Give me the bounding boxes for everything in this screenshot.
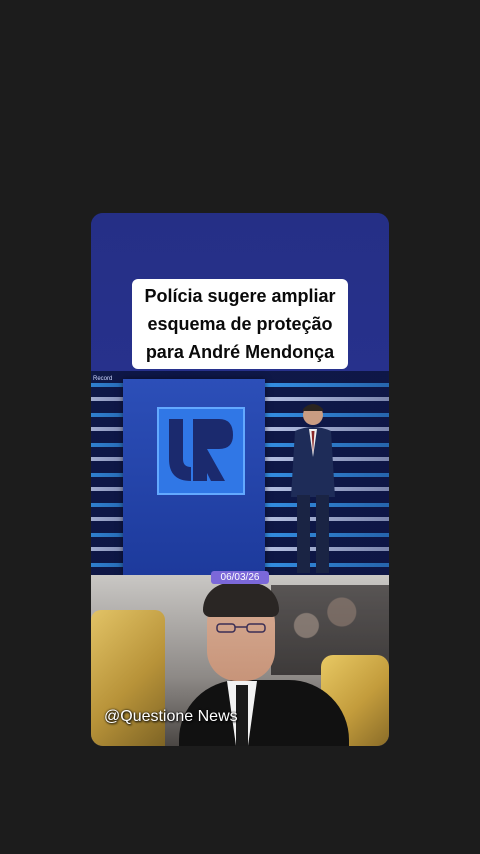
channel-tag: Record [93, 376, 113, 382]
date-badge: 06/03/26 [211, 571, 269, 584]
news-anchor [283, 397, 343, 575]
glasses-icon [211, 621, 271, 633]
jr-logo-panel [123, 379, 265, 575]
headline-box: Polícia sugere ampliar esquema de proteç… [132, 279, 348, 369]
headline-text: Polícia sugere ampliar esquema de proteç… [144, 286, 336, 362]
news-studio-frame: Record Polícia sugere ampliar esquema de… [91, 213, 389, 575]
jr-logo-icon [157, 407, 245, 495]
watermark-text: @Questione News [104, 708, 238, 725]
video-post[interactable]: Record Polícia sugere ampliar esquema de… [91, 213, 389, 746]
